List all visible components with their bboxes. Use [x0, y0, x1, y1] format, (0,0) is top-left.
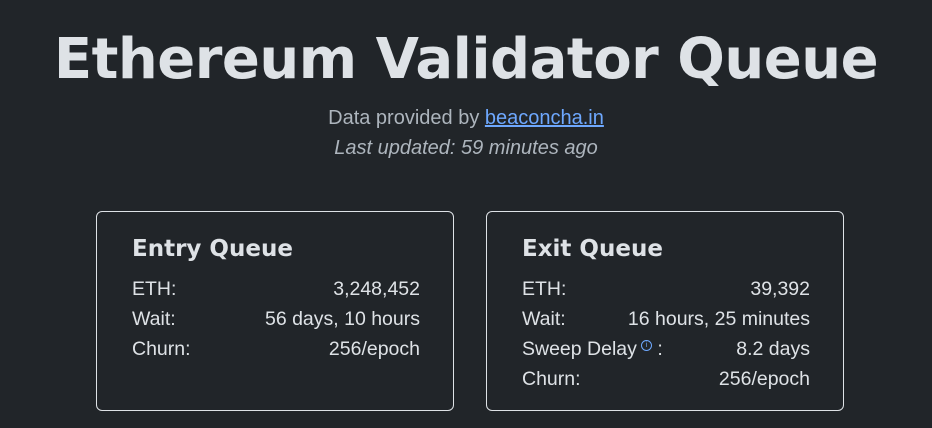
exit-sweep-delay-label: Sweep Delay — [522, 337, 637, 360]
entry-churn-row: Churn: 256/epoch — [132, 334, 420, 364]
exit-eth-value: 39,392 — [750, 277, 810, 300]
exit-churn-row: Churn: 256/epoch — [522, 364, 810, 394]
exit-sweep-delay-label-group: Sweep Delay i : — [522, 338, 663, 361]
last-updated: Last updated: 59 minutes ago — [334, 137, 598, 159]
entry-queue-title: Entry Queue — [132, 236, 293, 262]
entry-churn-value: 256/epoch — [328, 337, 420, 360]
entry-wait-label: Wait: — [132, 307, 176, 330]
info-icon[interactable]: i — [640, 340, 652, 351]
provided-prefix: Data provided by — [328, 107, 485, 129]
entry-churn-label: Churn: — [132, 337, 191, 360]
exit-queue-title: Exit Queue — [522, 236, 663, 262]
data-provider-line: Data provided by beaconcha.in — [0, 105, 932, 131]
exit-eth-label: ETH: — [522, 277, 567, 300]
entry-queue-rows: ETH: 3,248,452 Wait: 56 days, 10 hours C… — [132, 274, 420, 364]
exit-sweep-delay-value: 8.2 days — [736, 337, 810, 360]
page-title: Ethereum Validator Queue — [53, 27, 879, 92]
exit-sweep-delay-colon: : — [657, 337, 663, 360]
entry-eth-label: ETH: — [132, 277, 177, 300]
exit-wait-value: 16 hours, 25 minutes — [627, 307, 810, 330]
exit-churn-label: Churn: — [522, 367, 581, 390]
exit-wait-row: Wait: 16 hours, 25 minutes — [522, 304, 810, 334]
exit-queue-card: Exit Queue ETH: 39,392 Wait: 16 hours, 2… — [486, 211, 844, 411]
provider-link[interactable]: beaconcha.in — [485, 107, 604, 129]
entry-queue-card: Entry Queue ETH: 3,248,452 Wait: 56 days… — [96, 211, 454, 411]
entry-eth-value: 3,248,452 — [333, 277, 420, 300]
exit-churn-value: 256/epoch — [718, 367, 810, 390]
entry-eth-row: ETH: 3,248,452 — [132, 274, 420, 304]
exit-wait-label: Wait: — [522, 307, 566, 330]
exit-queue-rows: ETH: 39,392 Wait: 16 hours, 25 minutes S… — [522, 274, 810, 394]
entry-wait-row: Wait: 56 days, 10 hours — [132, 304, 420, 334]
exit-sweep-delay-row: Sweep Delay i : 8.2 days — [522, 334, 810, 364]
exit-eth-row: ETH: 39,392 — [522, 274, 810, 304]
entry-wait-value: 56 days, 10 hours — [264, 307, 420, 330]
